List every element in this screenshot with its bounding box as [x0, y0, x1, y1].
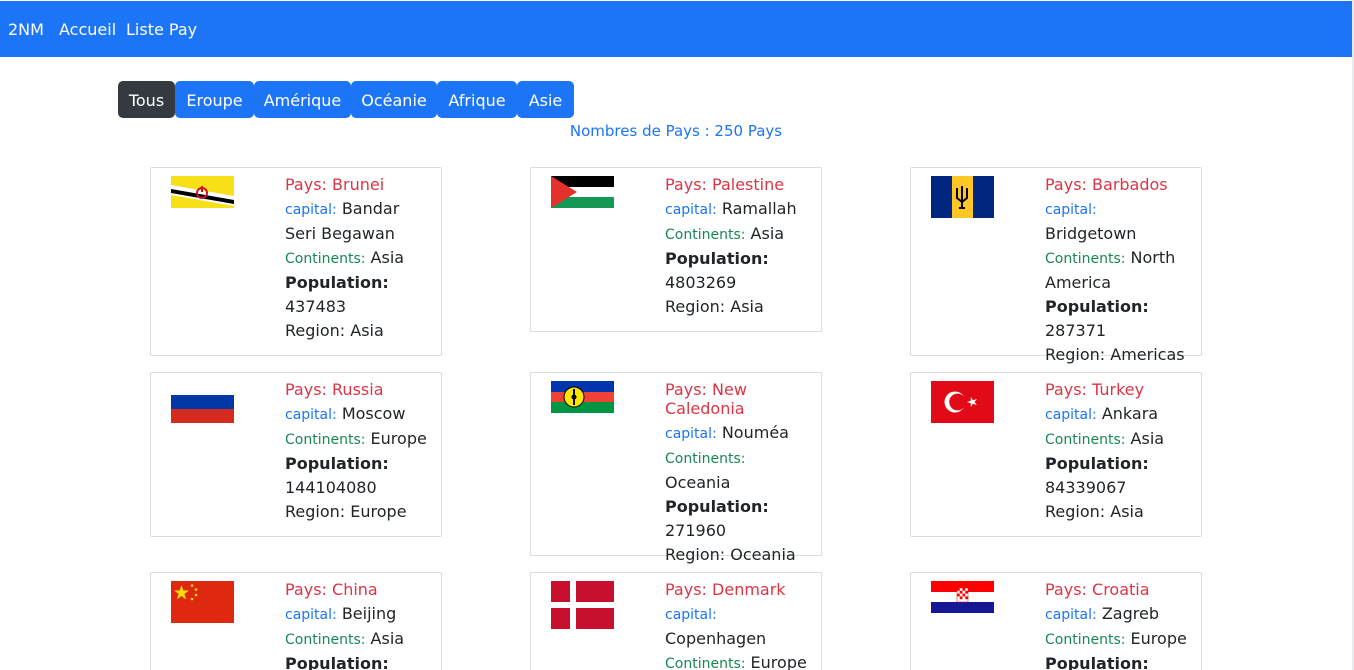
region-line: Region: Asia	[1045, 502, 1144, 521]
continent-line: Continents: Asia	[1045, 429, 1165, 448]
continent-line: Continents: Asia	[285, 248, 405, 267]
population-value: 84339067	[1045, 478, 1127, 497]
turkey-flag-icon	[931, 381, 994, 423]
population-label: Population:	[1045, 654, 1149, 670]
country-card: Pays: Croatia capital: Zagreb Continents…	[910, 572, 1202, 670]
country-name: Pays: China	[285, 580, 378, 599]
country-card: Pays: Russia capital: Moscow Continents:…	[150, 372, 442, 537]
country-name: Pays: Palestine	[665, 175, 785, 194]
country-card: Pays: Denmark capital: Copenhagen Contin…	[530, 572, 822, 670]
region-line: Region: Asia	[665, 297, 764, 316]
population-label: Population:	[665, 249, 769, 268]
country-name: Pays: Croatia	[1045, 580, 1150, 599]
continent-line: Continents: Asia	[285, 629, 405, 648]
population-label: Population:	[285, 454, 389, 473]
capital-line: capital: Beijing	[285, 604, 397, 623]
russia-flag-icon	[171, 381, 234, 423]
brand-link[interactable]: 2NM	[8, 20, 44, 40]
filter-button-amerique[interactable]: Amérique	[254, 81, 351, 118]
country-name: Pays: Brunei	[285, 175, 385, 194]
population-value: 437483	[285, 297, 347, 316]
country-name: Pays: Russia	[285, 380, 384, 399]
population-label: Population:	[1045, 297, 1149, 316]
population-label: Population:	[1045, 454, 1149, 473]
country-name: Pays: Denmark	[665, 580, 786, 599]
capital-line: capital: Ramallah	[665, 199, 797, 218]
population-value: 271960	[665, 521, 727, 540]
continent-line: Continents: North America	[1045, 248, 1176, 292]
population-label: Population:	[285, 654, 389, 670]
continent-line: Continents: Asia	[665, 224, 785, 243]
country-card: Pays: Barbados capital: Bridgetown Conti…	[910, 167, 1202, 364]
region-line: Region: Oceania	[665, 545, 796, 564]
continent-filter-group: Tous Eroupe Amérique Océanie Afrique Asi…	[118, 81, 574, 118]
palestine-flag-icon	[551, 176, 614, 208]
population-label: Population:	[285, 273, 389, 292]
country-name: Pays: New Caledonia	[665, 380, 747, 418]
new-caledonia-flag-icon	[551, 381, 614, 413]
country-card: Pays: Palestine capital: Ramallah Contin…	[530, 167, 822, 332]
brunei-flag-icon	[171, 176, 234, 208]
capital-line: capital: Moscow	[285, 404, 406, 423]
filter-button-europe[interactable]: Eroupe	[175, 81, 254, 118]
country-card: Pays: New Caledonia capital: Nouméa Cont…	[530, 372, 822, 564]
filter-button-tous[interactable]: Tous	[118, 81, 175, 118]
population-label: Population:	[665, 497, 769, 516]
filter-button-afrique[interactable]: Afrique	[437, 81, 517, 118]
country-name: Pays: Barbados	[1045, 175, 1168, 194]
filter-button-asie[interactable]: Asie	[517, 81, 574, 118]
country-count: Nombres de Pays : 250 Pays	[569, 122, 783, 140]
region-line: Region: Europe	[285, 502, 407, 521]
capital-line: capital: Ankara	[1045, 404, 1159, 423]
population-value: 144104080	[285, 478, 377, 497]
country-card: Pays: China capital: Beijing Continents:…	[150, 572, 442, 670]
continent-line: Continents: Europe	[1045, 629, 1187, 648]
top-navbar: 2NM Accueil Liste Pay	[0, 1, 1352, 57]
continent-line: Continents: Oceania	[665, 451, 746, 492]
nav-link-accueil[interactable]: Accueil	[59, 20, 116, 40]
china-flag-icon	[171, 581, 234, 623]
population-value: 4803269	[665, 273, 737, 292]
country-card: Pays: Turkey capital: Ankara Continents:…	[910, 372, 1202, 537]
capital-line: capital: Nouméa	[665, 423, 789, 442]
population-value: 287371	[1045, 321, 1107, 340]
capital-line: capital: Bandar Seri Begawan	[285, 199, 400, 243]
region-line: Region: Asia	[285, 321, 384, 340]
nav-link-liste-pay[interactable]: Liste Pay	[126, 20, 197, 40]
region-line: Region: Americas	[1045, 345, 1185, 364]
country-name: Pays: Turkey	[1045, 380, 1145, 399]
capital-line: capital: Copenhagen	[665, 607, 767, 648]
capital-line: capital: Bridgetown	[1045, 202, 1137, 243]
filter-button-oceanie[interactable]: Océanie	[351, 81, 437, 118]
capital-line: capital: Zagreb	[1045, 604, 1159, 623]
continent-line: Continents: Europe	[285, 429, 427, 448]
country-card: Pays: Brunei capital: Bandar Seri Begawa…	[150, 167, 442, 356]
croatia-flag-icon	[931, 581, 994, 613]
continent-line: Continents: Europe	[665, 653, 807, 670]
barbados-flag-icon	[931, 176, 994, 218]
denmark-flag-icon	[551, 581, 614, 629]
